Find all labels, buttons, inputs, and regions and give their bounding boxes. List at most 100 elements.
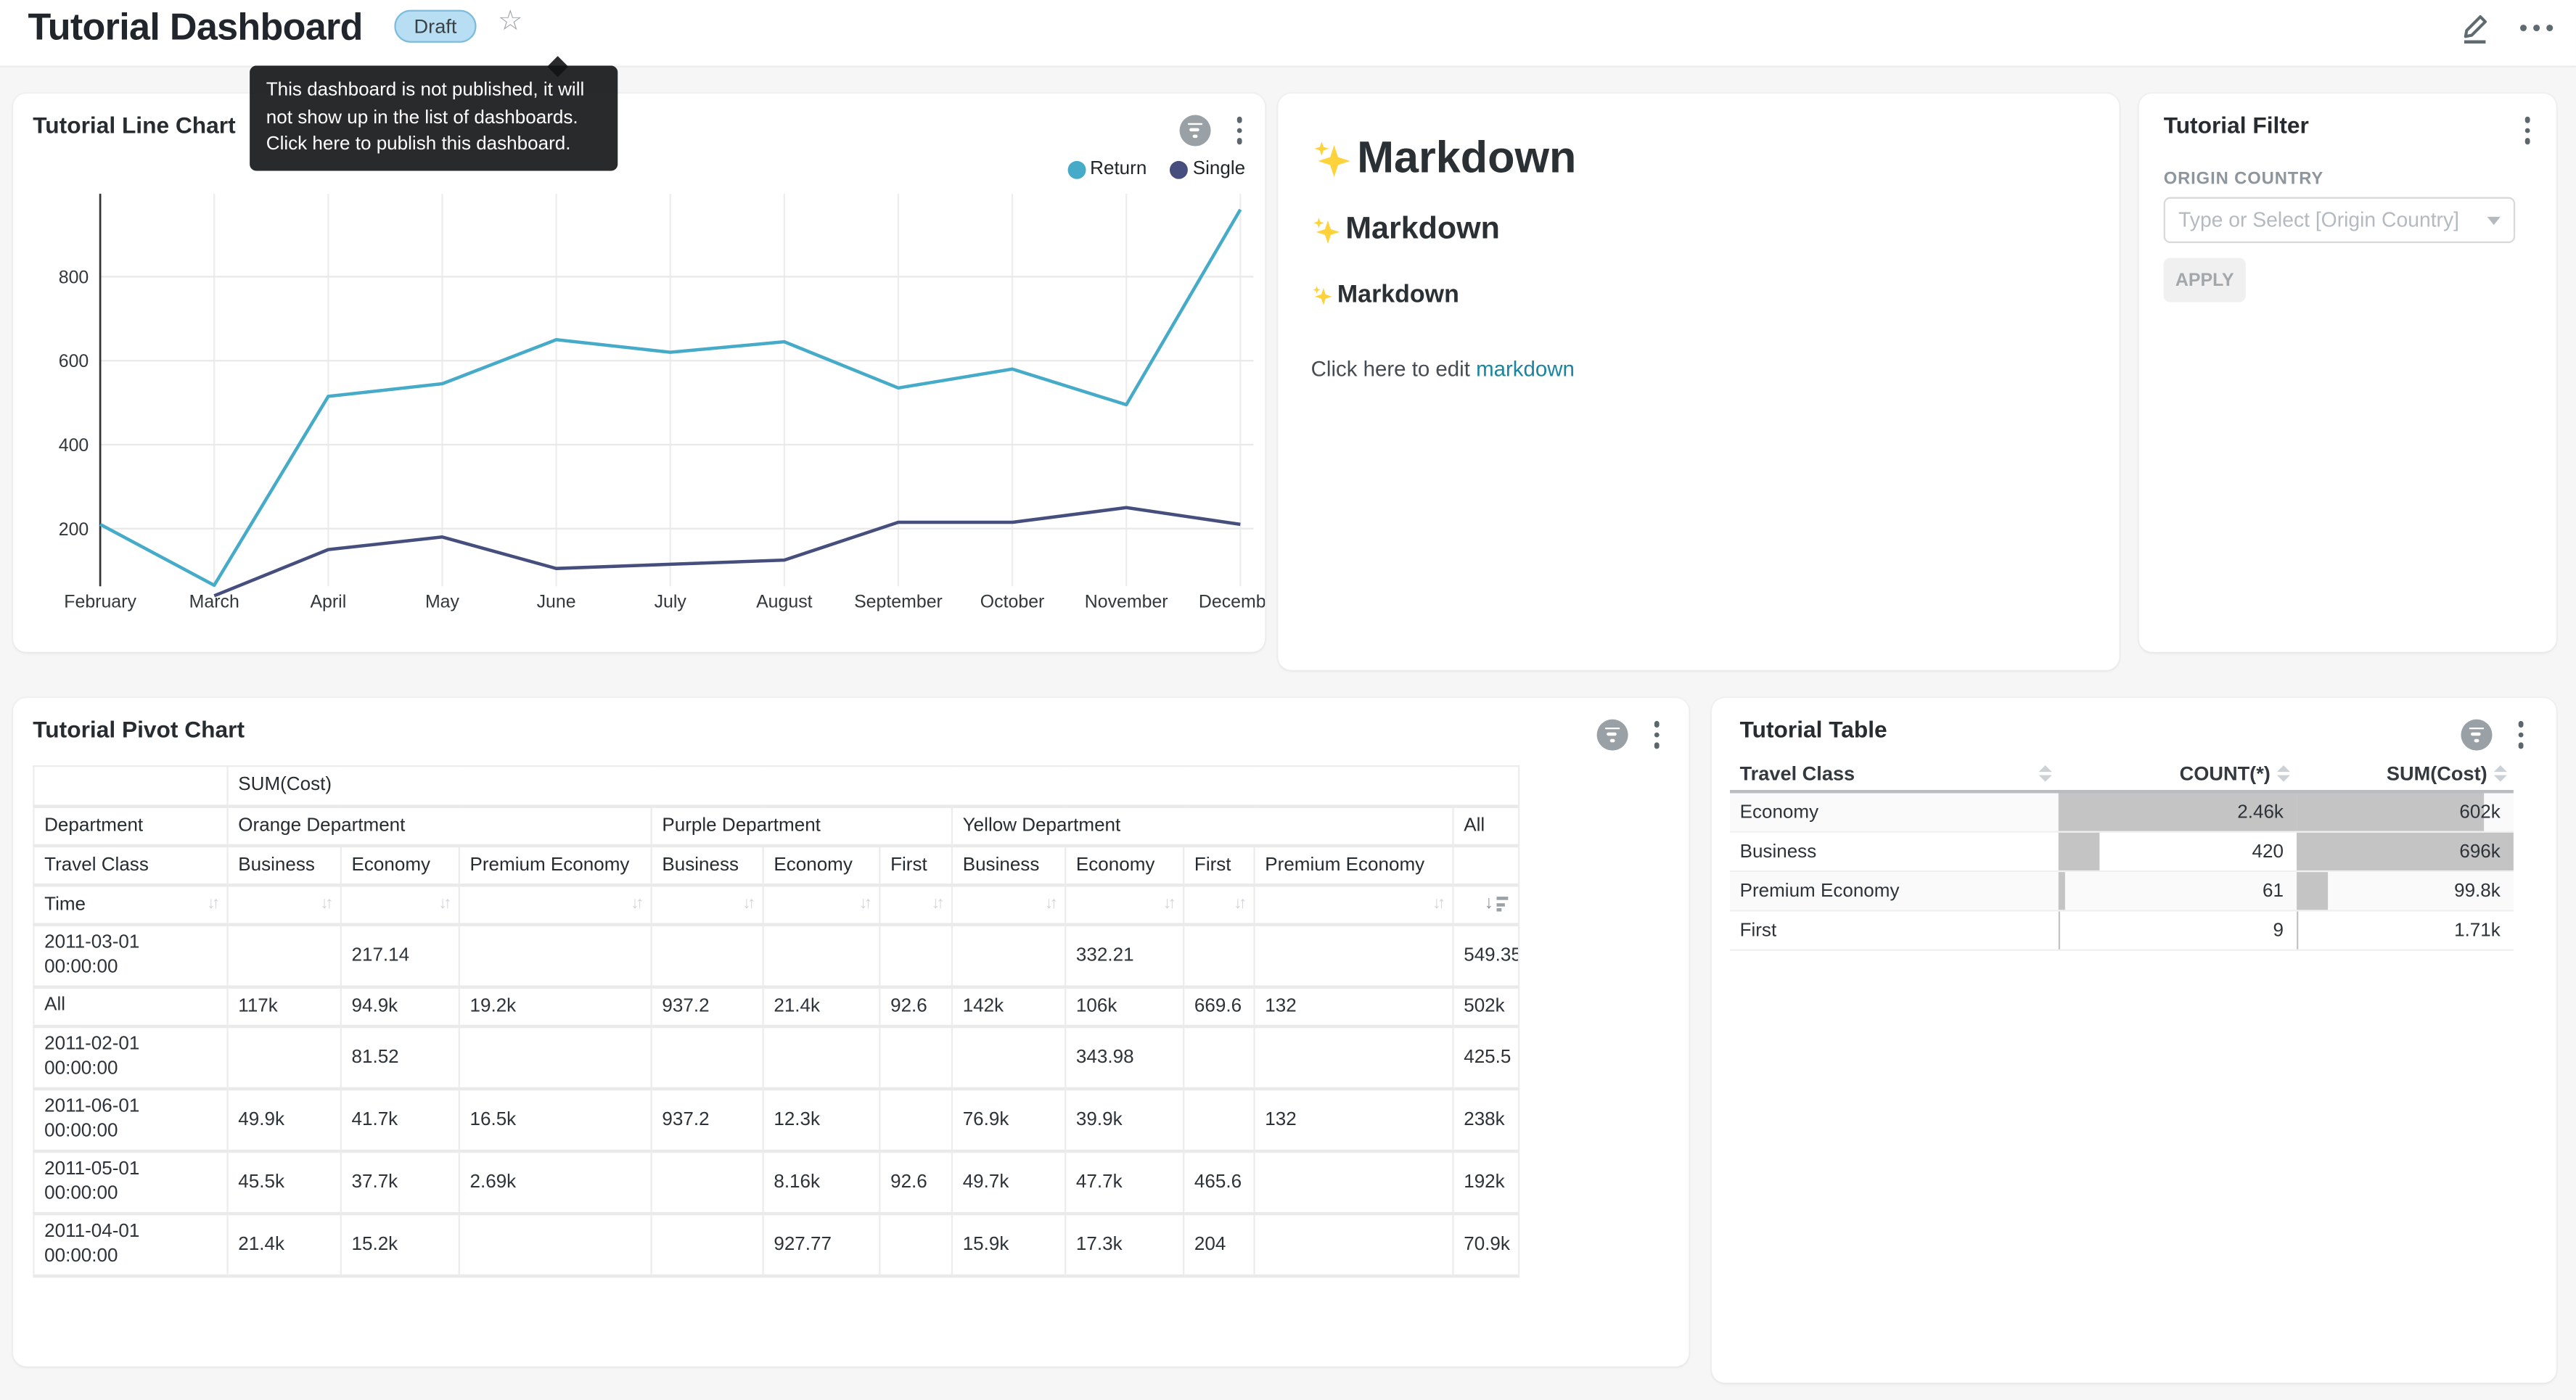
origin-country-select[interactable]: Type or Select [Origin Country] <box>2164 197 2515 243</box>
legend-item-return[interactable]: Return <box>1067 160 1147 179</box>
line-chart-card: Tutorial Line Chart Return Single 200400… <box>13 94 1265 652</box>
chart-kebab-menu-icon[interactable] <box>1233 113 1245 147</box>
svg-text:December: December <box>1199 592 1265 612</box>
sort-icon[interactable]: ↓↑ <box>1163 895 1173 913</box>
pivot-cell: 106k <box>1065 987 1184 1026</box>
status-badge[interactable]: Draft <box>394 10 476 43</box>
svg-text:600: 600 <box>59 351 89 371</box>
cell-travel-class: First <box>1730 912 2059 950</box>
sort-icon[interactable]: ↓↑ <box>1432 895 1443 913</box>
pivot-metric-header: SUM(Cost) <box>228 766 1519 805</box>
sort-icon[interactable] <box>2039 765 2052 782</box>
svg-text:800: 800 <box>59 267 89 287</box>
sort-icon[interactable] <box>2277 765 2290 782</box>
pivot-cell <box>952 1026 1065 1088</box>
cross-filter-icon[interactable] <box>1178 115 1210 146</box>
pivot-cell: 8.16k <box>763 1150 880 1213</box>
pivot-column-header: First <box>879 845 952 884</box>
pivot-title: Tutorial Pivot Chart <box>33 716 245 742</box>
cell-travel-class: Business <box>1730 833 2059 870</box>
pivot-cell: 332.21 <box>1065 924 1184 987</box>
pivot-cell: 927.77 <box>763 1213 880 1275</box>
sort-icon[interactable]: ↓↑ <box>320 895 330 913</box>
table-kebab-menu-icon[interactable] <box>2514 717 2527 751</box>
column-header-travel-class[interactable]: Travel Class <box>1730 762 2059 785</box>
pivot-cell: 465.6 <box>1184 1150 1254 1213</box>
cell-count: 420 <box>2059 833 2297 870</box>
pivot-group-row: DepartmentOrange DepartmentPurple Depart… <box>33 805 1519 844</box>
svg-text:May: May <box>425 592 460 612</box>
sort-icon[interactable] <box>2494 765 2507 782</box>
sort-descending-icon[interactable]: ↓ <box>1485 895 1509 913</box>
svg-text:February: February <box>64 592 136 612</box>
pivot-column-header: Business <box>652 845 763 884</box>
svg-text:October: October <box>980 592 1045 612</box>
apply-button[interactable]: APPLY <box>2164 258 2246 302</box>
pivot-cell <box>1255 924 1453 987</box>
pivot-table: SUM(Cost)DepartmentOrange DepartmentPurp… <box>33 765 1519 1277</box>
chevron-down-icon <box>2487 216 2501 224</box>
pivot-cell <box>228 1026 341 1088</box>
markdown-content[interactable]: Markdown Markdown Markdown Click here to… <box>1311 133 2093 381</box>
sort-icon[interactable]: ↓↑ <box>1234 895 1244 913</box>
filter-kebab-menu-icon[interactable] <box>2521 113 2533 147</box>
table-title: Tutorial Table <box>1740 716 1887 742</box>
cell-travel-class: Economy <box>1730 794 2059 831</box>
sort-icon[interactable]: ↓↑ <box>859 895 869 913</box>
pivot-kebab-menu-icon[interactable] <box>1650 717 1662 751</box>
pivot-time-header: Time↓↑ <box>33 884 227 923</box>
pivot-cell: 15.9k <box>952 1213 1065 1275</box>
cross-filter-icon[interactable] <box>1596 719 1627 750</box>
tooltip-text: This dashboard is not published, it will… <box>266 81 585 155</box>
pivot-row-label: All <box>33 987 227 1026</box>
column-header-count[interactable]: COUNT(*) <box>2059 762 2297 785</box>
svg-text:200: 200 <box>59 519 89 540</box>
cell-sum-cost: 602k <box>2297 794 2514 831</box>
pivot-cell: 94.9k <box>341 987 459 1026</box>
cross-filter-icon[interactable] <box>2460 719 2491 750</box>
pivot-row-label: 2011-04-0100:00:00 <box>33 1213 227 1275</box>
pivot-cell: 81.52 <box>341 1026 459 1088</box>
line-chart-plot[interactable]: 200400600800FebruaryMarchAprilMayJuneJul… <box>13 184 1265 636</box>
sort-icon[interactable]: ↓↑ <box>742 895 752 913</box>
pivot-cell: 47.7k <box>1065 1150 1184 1213</box>
pivot-column-header: Premium Economy <box>1255 845 1453 884</box>
sort-icon[interactable]: ↓↑ <box>1045 895 1055 913</box>
pivot-cell <box>1184 1088 1254 1150</box>
pivot-cell <box>879 1213 952 1275</box>
sort-icon[interactable]: ↓↑ <box>631 895 641 913</box>
pivot-cell: 2.69k <box>459 1150 652 1213</box>
pivot-cell <box>652 1150 763 1213</box>
favorite-star-icon[interactable]: ☆ <box>498 5 523 38</box>
sparkles-icon <box>1311 137 1354 180</box>
chart-title: Tutorial Line Chart <box>33 112 235 138</box>
pivot-cell: 204 <box>1184 1213 1254 1275</box>
pivot-chart-card: Tutorial Pivot Chart SUM(Cost)Department… <box>13 698 1689 1366</box>
data-table-container: Travel Class COUNT(*) SUM(Cost) Economy2… <box>1730 757 2514 951</box>
pivot-cell: 17.3k <box>1065 1213 1184 1275</box>
pivot-cell: 92.6 <box>879 987 952 1026</box>
pivot-column-header: Economy <box>763 845 880 884</box>
sort-icon[interactable]: ↓↑ <box>207 894 217 913</box>
pivot-cell: 45.5k <box>228 1150 341 1213</box>
legend-dot-return <box>1067 160 1085 178</box>
table-row: Premium Economy6199.8k <box>1730 872 2514 911</box>
pivot-class-row: Travel ClassBusinessEconomyPremium Econo… <box>33 845 1519 884</box>
pivot-cell: 41.7k <box>341 1088 459 1150</box>
edit-dashboard-icon[interactable] <box>2458 8 2494 47</box>
edit-markdown-link[interactable]: markdown <box>1476 356 1575 381</box>
pivot-cell: 502k <box>1453 987 1519 1026</box>
pivot-cell: 117k <box>228 987 341 1026</box>
table-header-row: Travel Class COUNT(*) SUM(Cost) <box>1730 757 2514 794</box>
cell-count: 9 <box>2059 912 2297 950</box>
legend-item-single[interactable]: Single <box>1170 160 1245 179</box>
pivot-column-header: Economy <box>1065 845 1184 884</box>
sort-icon[interactable]: ↓↑ <box>932 895 942 913</box>
pivot-cell <box>459 1213 652 1275</box>
pivot-cell: 49.7k <box>952 1150 1065 1213</box>
pivot-cell <box>459 924 652 987</box>
more-menu-icon[interactable] <box>2520 8 2553 47</box>
pivot-table-container: SUM(Cost)DepartmentOrange DepartmentPurp… <box>33 765 1519 1277</box>
column-header-sum-cost[interactable]: SUM(Cost) <box>2297 762 2514 785</box>
sort-icon[interactable]: ↓↑ <box>438 895 448 913</box>
